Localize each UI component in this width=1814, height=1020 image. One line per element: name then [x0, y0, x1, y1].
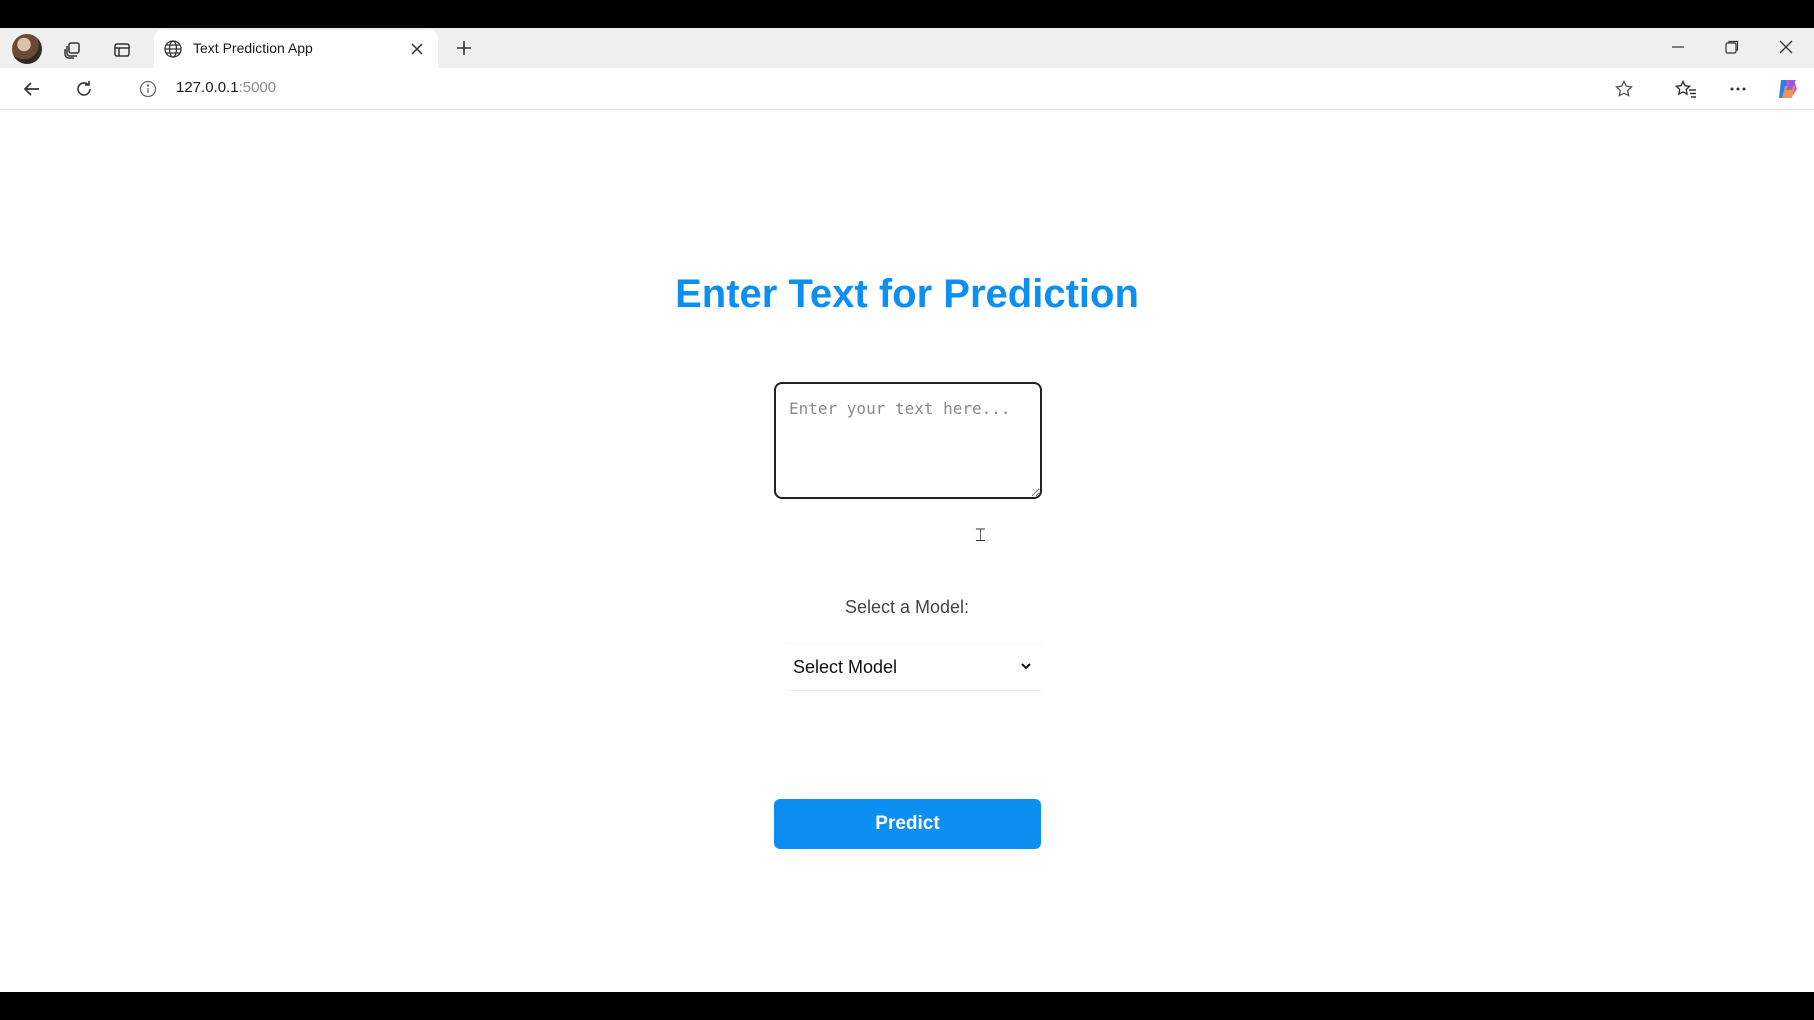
address-bar[interactable]: 127.0.0.1:5000 — [176, 79, 276, 96]
close-window-icon[interactable] — [1766, 32, 1806, 62]
site-info-icon[interactable] — [136, 77, 160, 101]
minimize-icon[interactable] — [1658, 32, 1698, 62]
tab-title: Text Prediction App — [193, 40, 313, 56]
page-title: Enter Text for Prediction — [675, 272, 1139, 316]
page-content: Enter Text for Prediction ⌶ Select a Mod… — [0, 111, 1814, 992]
predict-button[interactable]: Predict — [774, 799, 1041, 849]
new-tab-icon[interactable] — [450, 34, 478, 62]
more-options-icon[interactable] — [1722, 74, 1754, 104]
browser-window: Text Prediction App 127.0.0.1:5000 Enter… — [0, 28, 1814, 992]
reload-icon[interactable] — [68, 74, 100, 104]
back-arrow-icon[interactable] — [16, 74, 48, 104]
profile-avatar[interactable] — [12, 34, 42, 64]
url-port: :5000 — [238, 79, 277, 96]
globe-icon — [163, 39, 183, 59]
tab-strip: Text Prediction App — [0, 28, 1814, 68]
model-label: Select a Model: — [844, 597, 970, 617]
screen: Text Prediction App 127.0.0.1:5000 Enter… — [0, 0, 1814, 1020]
copilot-icon[interactable] — [1772, 74, 1804, 104]
text-cursor-icon: ⌶ — [975, 525, 986, 545]
favorites-icon[interactable] — [1670, 74, 1702, 104]
address-toolbar: 127.0.0.1:5000 — [0, 68, 1814, 110]
model-select[interactable]: Select Model — [786, 644, 1042, 690]
tab-text-prediction-app[interactable]: Text Prediction App — [154, 30, 438, 68]
text-input[interactable] — [774, 382, 1042, 499]
favorite-star-icon[interactable] — [1608, 74, 1640, 104]
tab-actions-icon[interactable] — [108, 36, 136, 64]
restore-icon[interactable] — [1712, 32, 1752, 62]
model-select-container: Select Model — [786, 643, 1042, 691]
workspaces-icon[interactable] — [58, 36, 86, 64]
close-tab-icon[interactable] — [406, 38, 428, 60]
url-host: 127.0.0.1 — [176, 79, 239, 96]
